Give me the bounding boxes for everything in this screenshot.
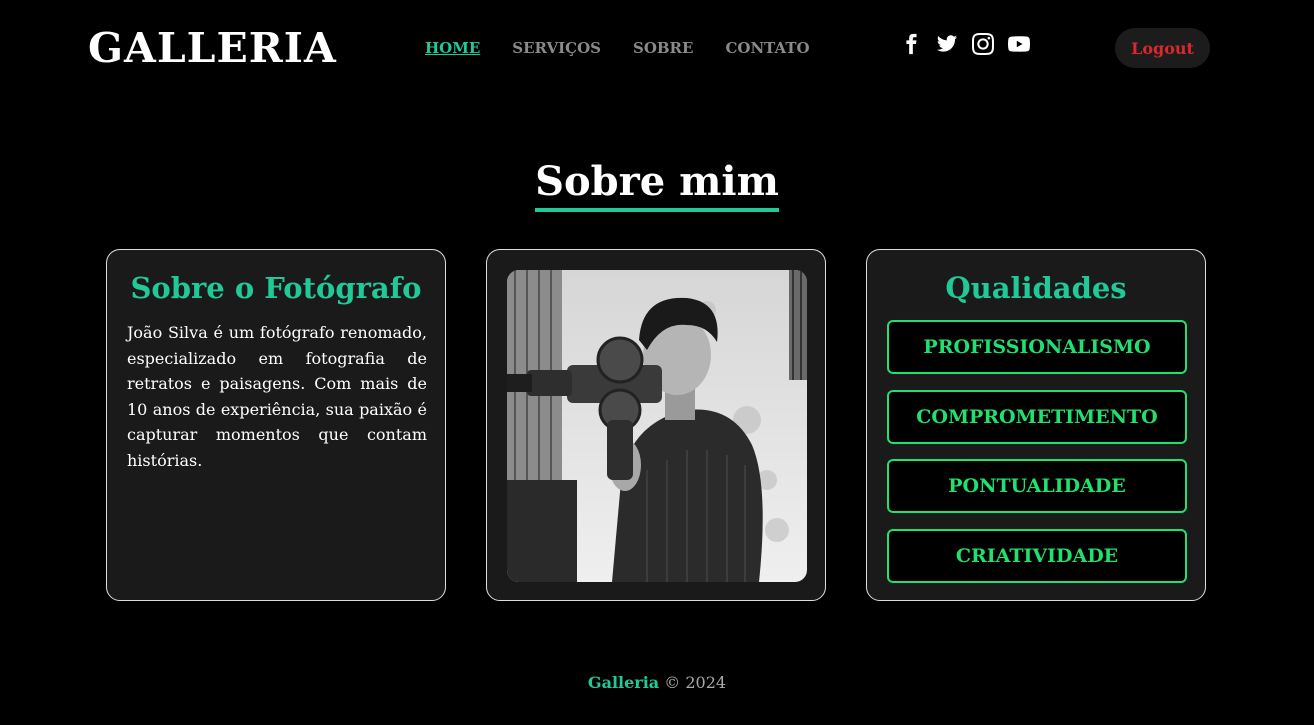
about-card: Sobre o Fotógrafo João Silva é um fotógr…	[106, 249, 446, 601]
nav-servicos-link[interactable]: SERVIÇOS	[512, 38, 601, 58]
site-footer: Galleria © 2024	[0, 672, 1314, 694]
quality-item: PROFISSIONALISMO	[887, 320, 1187, 374]
quality-item: CRIATIVIDADE	[887, 528, 1187, 583]
section-heading: Sobre mim	[0, 156, 1314, 212]
page-title: Sobre mim	[535, 156, 779, 212]
quality-item: PONTUALIDADE	[887, 459, 1187, 513]
footer-brand: Galleria	[587, 673, 660, 692]
qualities-list: PROFISSIONALISMO COMPROMETIMENTO PONTUAL…	[887, 320, 1187, 598]
site-logo[interactable]: GALLERIA	[88, 24, 337, 72]
about-card-text: João Silva é um fotógrafo renomado, espe…	[127, 323, 427, 470]
nav-home-link[interactable]: HOME	[425, 38, 480, 58]
twitter-icon[interactable]	[936, 33, 972, 57]
quality-item: COMPROMETIMENTO	[887, 389, 1187, 444]
facebook-icon[interactable]	[900, 33, 936, 57]
logout-button[interactable]: Logout	[1115, 28, 1210, 68]
site-header: GALLERIA HOME SERVIÇOS SOBRE CONTATO Log…	[0, 0, 1314, 96]
youtube-icon[interactable]	[1008, 33, 1044, 57]
photographer-photo	[507, 270, 807, 582]
main-nav: HOME SERVIÇOS SOBRE CONTATO	[425, 38, 842, 58]
about-card-title: Sobre o Fotógrafo	[130, 271, 422, 305]
nav-sobre-link[interactable]: SOBRE	[633, 38, 693, 58]
instagram-icon[interactable]	[972, 33, 1008, 57]
social-links	[900, 33, 1044, 57]
nav-contato-link[interactable]: CONTATO	[725, 38, 809, 58]
qualities-card: Qualidades PROFISSIONALISMO COMPROMETIME…	[866, 249, 1206, 601]
footer-copyright: © 2024	[664, 673, 727, 692]
qualities-card-title: Qualidades	[945, 271, 1127, 305]
photo-card	[486, 249, 826, 601]
